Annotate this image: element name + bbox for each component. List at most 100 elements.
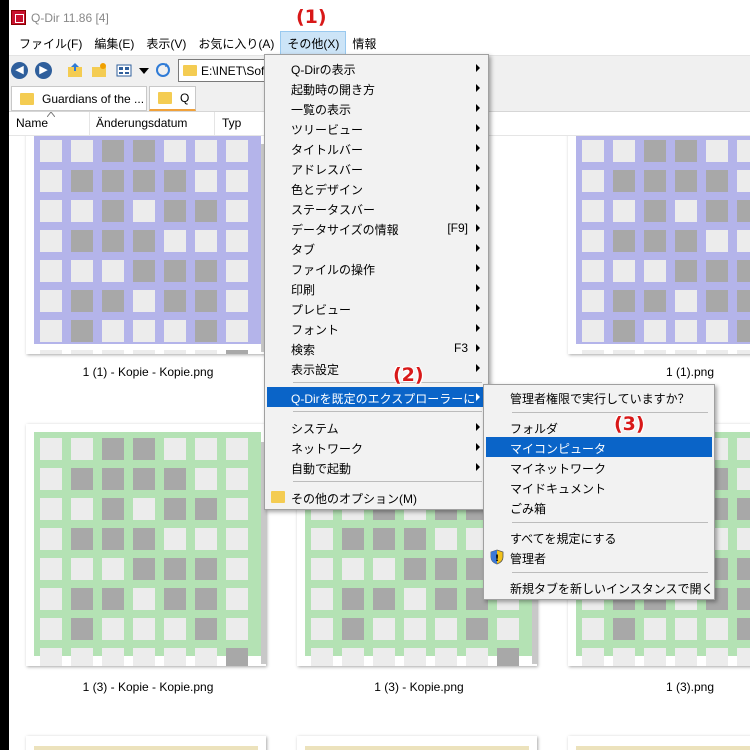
menu-item-default-explorer[interactable]: Q-Dirを既定のエクスプローラーに <box>267 387 486 407</box>
forward-icon[interactable]: ▶ <box>35 62 52 79</box>
menu-separator <box>512 572 708 573</box>
file-thumbnail[interactable] <box>26 736 266 750</box>
menu-separator <box>512 412 708 413</box>
chevron-down-icon[interactable] <box>136 62 152 78</box>
tab-guardians[interactable]: Guardians of the ... <box>11 86 147 111</box>
menu-item-tree-view[interactable]: ツリービュー <box>267 118 486 138</box>
submenu-arrow-icon <box>476 244 480 252</box>
menu-item-address-bar[interactable]: アドレスバー <box>267 158 486 178</box>
submenu-arrow-icon <box>476 264 480 272</box>
up-folder-icon[interactable] <box>67 62 83 78</box>
column-name[interactable]: Name <box>16 116 48 130</box>
menu-favorites[interactable]: お気に入り(A) <box>192 32 280 55</box>
submenu-arrow-icon <box>476 423 480 431</box>
file-thumbnail[interactable] <box>26 136 266 354</box>
address-path: E:\INET\Soft <box>201 64 268 78</box>
file-name[interactable]: 1 (3).png <box>570 680 750 694</box>
submenu-arrow-icon <box>476 84 480 92</box>
tab-label: Guardians of the ... <box>42 91 145 106</box>
file-name[interactable]: 1 (1) - Kopie - Kopie.png <box>28 365 268 379</box>
submenu-arrow-icon <box>476 324 480 332</box>
menu-separator <box>293 481 482 482</box>
menu-item-administrator[interactable]: ! 管理者 <box>486 547 712 567</box>
menu-item-display-settings[interactable]: 表示設定 <box>267 358 486 378</box>
app-icon <box>11 10 26 25</box>
menu-item-data-size[interactable]: データサイズの情報 [F9] <box>267 218 486 238</box>
file-name[interactable]: 1 (3) - Kopie - Kopie.png <box>28 680 268 694</box>
menu-file[interactable]: ファイル(F) <box>13 32 88 55</box>
submenu-arrow-icon <box>476 304 480 312</box>
menu-other[interactable]: その他(X) <box>280 30 347 56</box>
submenu-arrow-icon <box>476 393 480 401</box>
column-modified[interactable]: Änderungsdatum <box>96 116 187 130</box>
annotation-step-3: (3) <box>614 413 645 435</box>
menu-item-my-network[interactable]: マイネットワーク <box>486 457 712 477</box>
menu-item-network[interactable]: ネットワーク <box>267 437 486 457</box>
submenu-arrow-icon <box>476 284 480 292</box>
menu-item-other-options[interactable]: その他のオプション(M) <box>267 487 486 507</box>
file-name[interactable]: 1 (1).png <box>570 365 750 379</box>
back-icon[interactable]: ◀ <box>11 62 28 79</box>
menu-item-status-bar[interactable]: ステータスバー <box>267 198 486 218</box>
submenu-arrow-icon <box>476 64 480 72</box>
image-preview <box>34 136 266 354</box>
menu-item-system[interactable]: システム <box>267 417 486 437</box>
shield-icon: ! <box>490 549 504 565</box>
menu-item-title-bar[interactable]: タイトルバー <box>267 138 486 158</box>
menu-separator <box>293 382 482 383</box>
annotation-step-1: (1) <box>296 6 327 28</box>
file-thumbnail[interactable] <box>26 424 266 666</box>
sort-up-icon <box>47 112 55 117</box>
view-mode-icon[interactable] <box>116 62 132 78</box>
menu-info[interactable]: 情報 <box>346 32 382 55</box>
menu-item-print[interactable]: 印刷 <box>267 278 486 298</box>
submenu-arrow-icon <box>476 164 480 172</box>
submenu-arrow-icon <box>476 144 480 152</box>
menu-item-color-design[interactable]: 色とデザイン <box>267 178 486 198</box>
file-thumbnail[interactable] <box>568 136 750 354</box>
menu-item-set-all-default[interactable]: すべてを規定にする <box>486 527 712 547</box>
window-title: Q-Dir 11.86 [4] <box>31 11 109 25</box>
menu-item-tabs[interactable]: タブ <box>267 238 486 258</box>
file-thumbnail[interactable] <box>297 736 537 750</box>
menu-item-font[interactable]: フォント <box>267 318 486 338</box>
annotation-step-2: (2) <box>393 364 424 386</box>
submenu-arrow-icon <box>476 184 480 192</box>
title-bar: Q-Dir 11.86 [4] <box>9 0 750 31</box>
menu-item-my-documents[interactable]: マイドキュメント <box>486 477 712 497</box>
submenu-arrow-icon <box>476 104 480 112</box>
menu-item-search[interactable]: 検索 F3 <box>267 338 486 358</box>
folder-icon <box>158 92 172 104</box>
folder-icon <box>20 92 34 105</box>
menu-other-dropdown: Q-Dirの表示 起動時の開き方 一覧の表示 ツリービュー タイトルバー アドレ… <box>264 54 489 510</box>
file-name[interactable]: 1 (3) - Kopie.png <box>299 680 539 694</box>
menu-separator <box>293 411 482 412</box>
menu-item-admin-check[interactable]: 管理者権限で実行していますか？ <box>486 387 712 407</box>
menu-item-qdir-view[interactable]: Q-Dirの表示 <box>267 58 486 78</box>
window-left-edge <box>0 0 9 750</box>
menu-bar: ファイル(F) 編集(E) 表示(V) お気に入り(A) その他(X) 情報 <box>9 30 750 56</box>
submenu-arrow-icon <box>476 463 480 471</box>
tab-q[interactable]: Q <box>149 86 196 111</box>
refresh-icon[interactable] <box>155 62 171 78</box>
menu-separator <box>512 522 708 523</box>
column-type[interactable]: Typ <box>222 116 241 130</box>
menu-edit[interactable]: 編集(E) <box>88 32 140 55</box>
menu-view[interactable]: 表示(V) <box>140 32 192 55</box>
tab-label: Q <box>180 91 190 105</box>
file-thumbnail[interactable] <box>568 736 750 750</box>
menu-item-folder[interactable]: フォルダ <box>486 417 712 437</box>
menu-item-file-operations[interactable]: ファイルの操作 <box>267 258 486 278</box>
submenu-arrow-icon <box>476 443 480 451</box>
menu-item-autostart[interactable]: 自動で起動 <box>267 457 486 477</box>
submenu-arrow-icon <box>476 224 480 232</box>
menu-item-new-tab-new-instance[interactable]: 新規タブを新しいインスタンスで開く <box>486 577 714 597</box>
menu-item-startup[interactable]: 起動時の開き方 <box>267 78 486 98</box>
submenu-default-explorer: 管理者権限で実行していますか？ フォルダ マイコンピュータ マイネットワーク マ… <box>483 384 715 600</box>
image-preview <box>34 432 266 666</box>
menu-item-preview[interactable]: プレビュー <box>267 298 486 318</box>
menu-item-recycle-bin[interactable]: ごみ箱 <box>486 497 712 517</box>
menu-item-list-view[interactable]: 一覧の表示 <box>267 98 486 118</box>
new-folder-icon[interactable] <box>91 62 107 78</box>
menu-item-my-computer[interactable]: マイコンピュータ <box>486 437 712 457</box>
